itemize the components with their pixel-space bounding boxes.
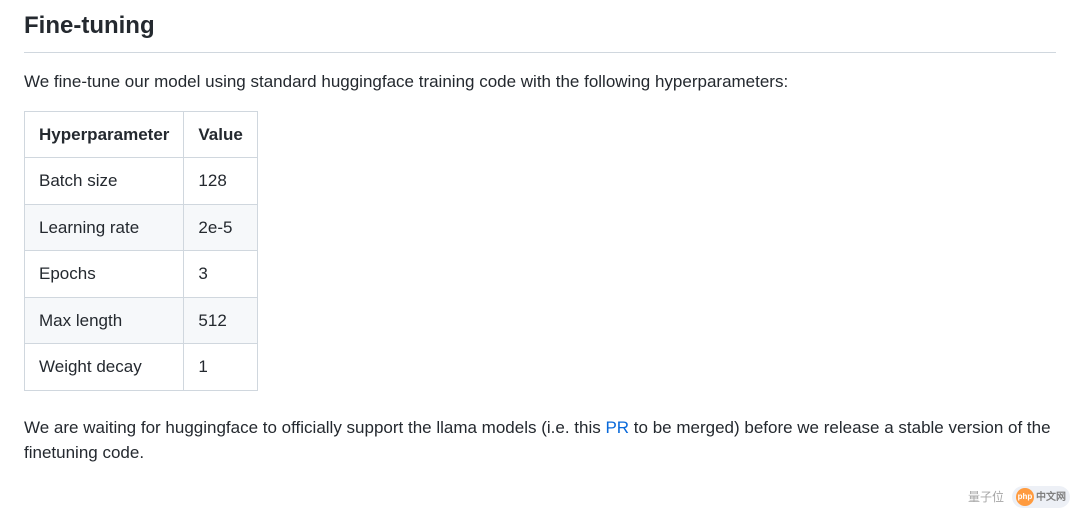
table-cell: Weight decay (25, 344, 184, 391)
table-header-value: Value (184, 111, 257, 158)
pr-link[interactable]: PR (605, 418, 629, 437)
table-cell: 3 (184, 251, 257, 298)
watermark-group: 量子位 php 中文网 (968, 486, 1070, 508)
watermark-php-text: 中文网 (1036, 490, 1066, 505)
table-cell: 2e-5 (184, 204, 257, 251)
table-header-hyperparameter: Hyperparameter (25, 111, 184, 158)
table-row: Max length 512 (25, 297, 258, 344)
table-row: Batch size 128 (25, 158, 258, 205)
outro-text-before-link: We are waiting for huggingface to offici… (24, 418, 605, 437)
watermark-php: php 中文网 (1012, 486, 1070, 508)
table-cell: Epochs (25, 251, 184, 298)
table-row: Learning rate 2e-5 (25, 204, 258, 251)
intro-paragraph: We fine-tune our model using standard hu… (24, 69, 1056, 95)
table-cell: Batch size (25, 158, 184, 205)
table-cell: 1 (184, 344, 257, 391)
section-heading: Fine-tuning (24, 8, 1056, 53)
table-row: Epochs 3 (25, 251, 258, 298)
hyperparameter-table: Hyperparameter Value Batch size 128 Lear… (24, 111, 258, 391)
table-cell: Max length (25, 297, 184, 344)
table-cell: Learning rate (25, 204, 184, 251)
table-cell: 512 (184, 297, 257, 344)
table-row: Weight decay 1 (25, 344, 258, 391)
watermark-php-orb: php (1016, 488, 1034, 506)
outro-paragraph: We are waiting for huggingface to offici… (24, 415, 1056, 466)
table-cell: 128 (184, 158, 257, 205)
watermark-qbit: 量子位 (968, 488, 1004, 506)
